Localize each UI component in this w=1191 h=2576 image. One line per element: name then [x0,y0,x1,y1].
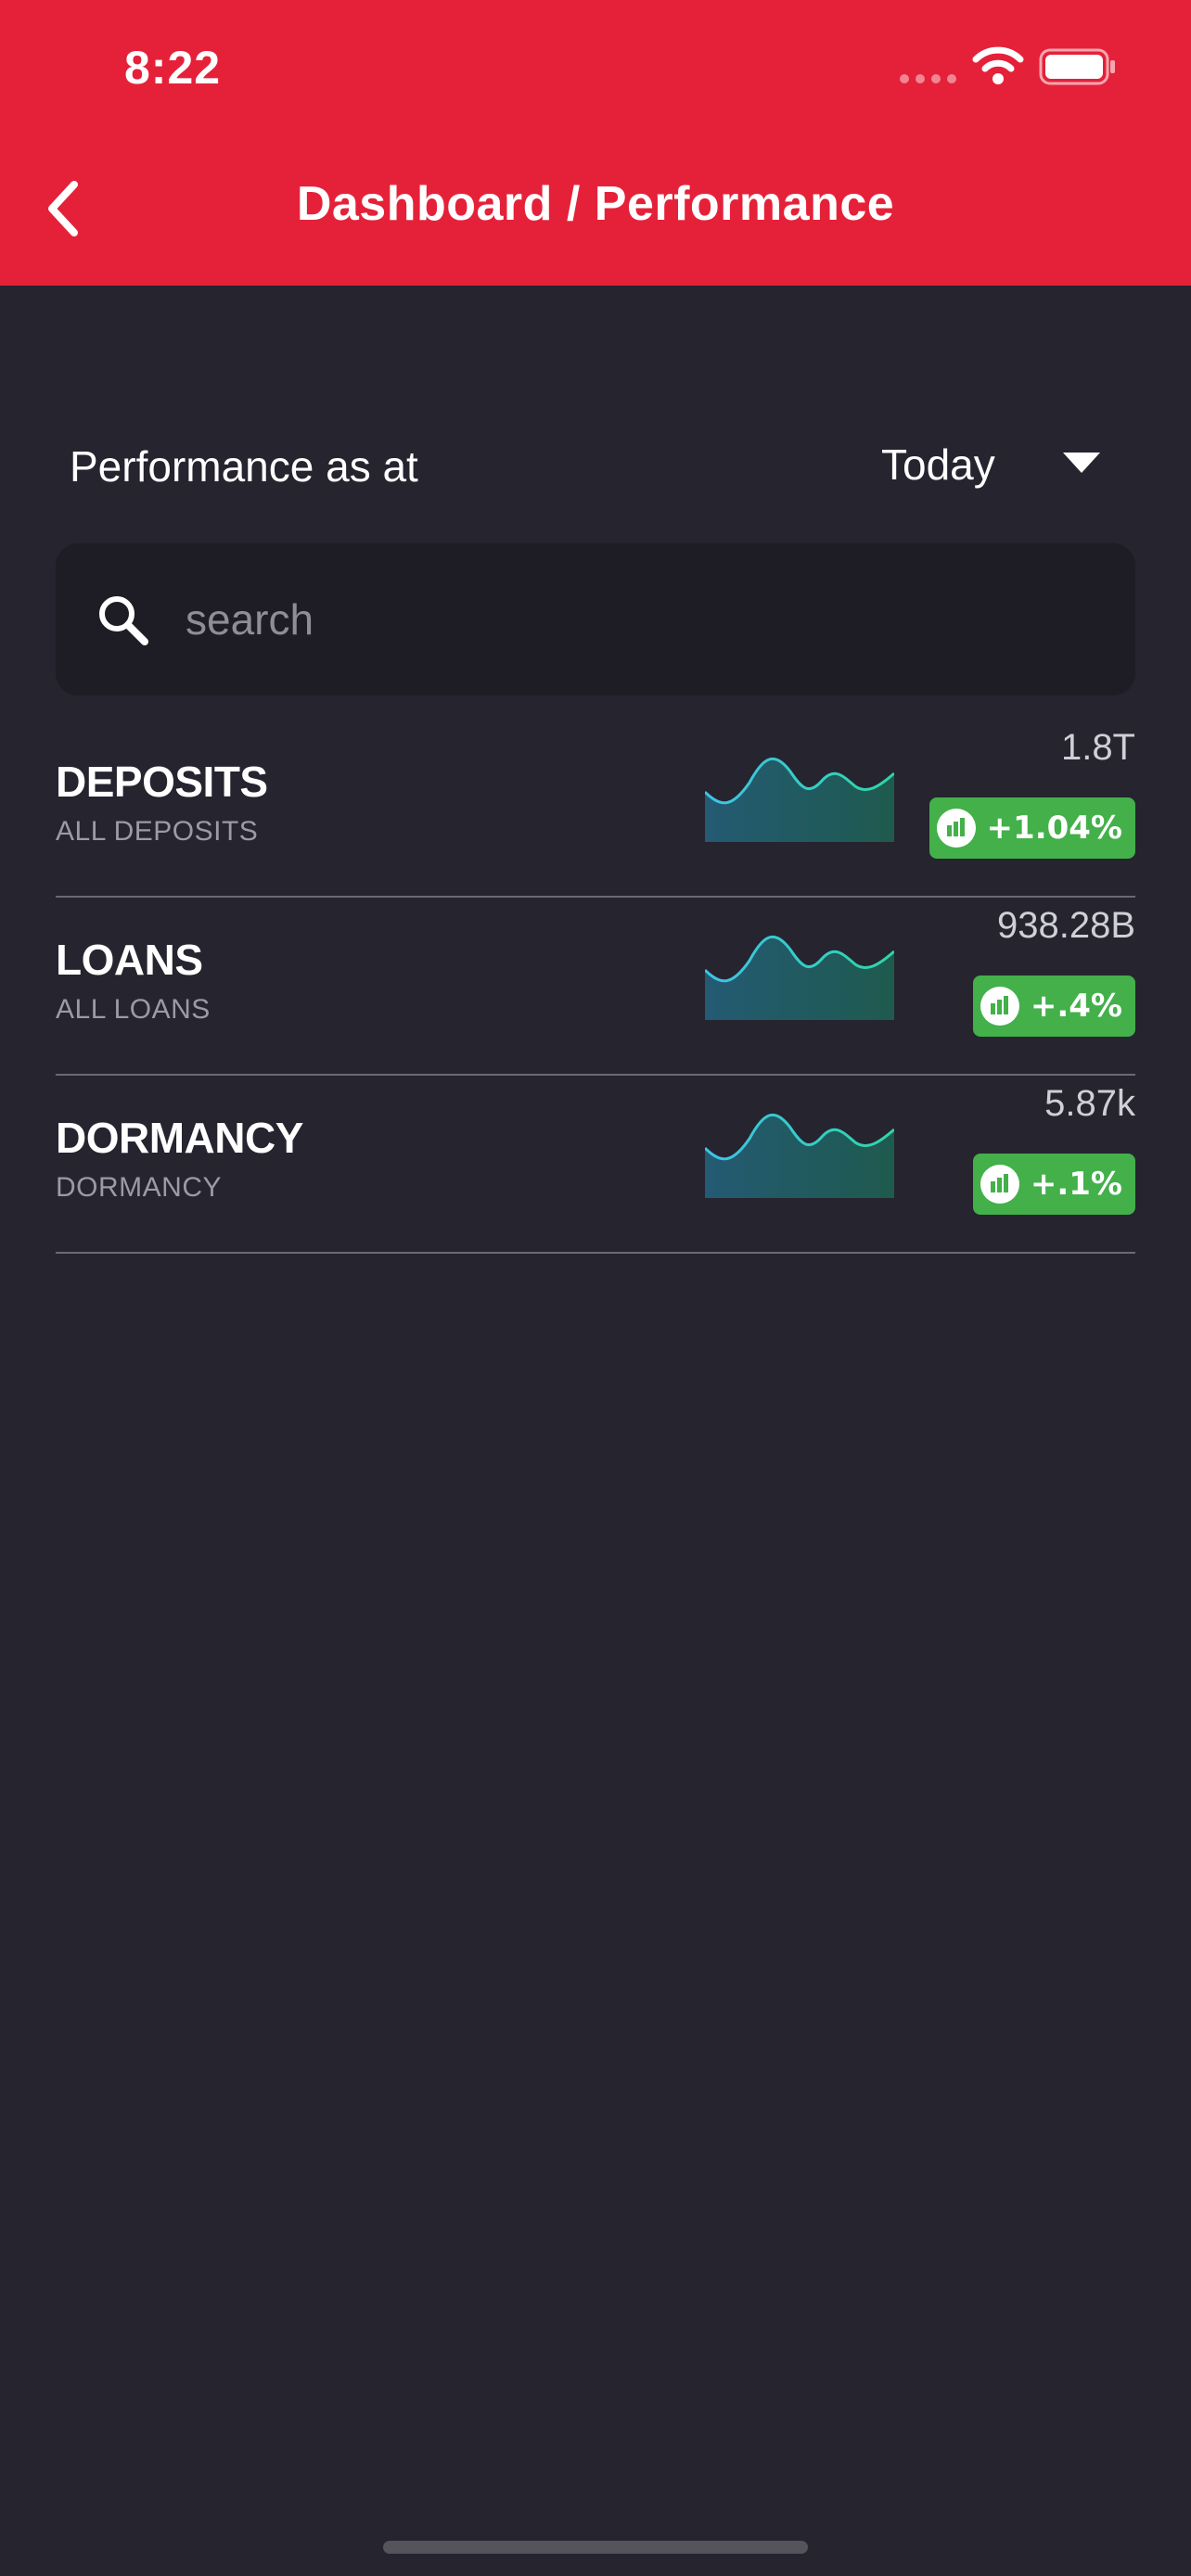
metric-value: 5.87k [1044,1083,1135,1124]
metric-value: 938.28B [996,905,1135,946]
change-percent: +1.04% [986,810,1122,847]
metric-title: DEPOSITS [56,758,268,806]
metric-subtitle: ALL LOANS [56,994,211,1025]
change-badge: +.1% [972,1154,1135,1215]
metric-row-deposits[interactable]: DEPOSITS ALL DEPOSITS 1.8T +1.04% [56,720,1135,898]
search-input[interactable] [186,580,1095,658]
change-badge: +1.04% [928,797,1135,859]
search-icon [99,596,148,645]
change-percent: +.4% [1030,988,1122,1025]
bar-chart-icon [980,1165,1019,1204]
period-dropdown[interactable]: Today [881,432,1104,497]
metric-title: LOANS [56,936,203,984]
battery-icon [1039,48,1115,85]
metric-row-loans[interactable]: LOANS ALL LOANS 938.28B +.4% [56,898,1135,1076]
bar-chart-icon [980,987,1019,1026]
wifi-icon [972,46,1024,84]
bar-chart-icon [936,809,976,848]
metric-value: 1.8T [1060,727,1135,768]
search-bar[interactable] [56,543,1135,695]
change-percent: +.1% [1030,1166,1122,1203]
sparkline-chart [705,758,894,842]
change-badge: +.4% [972,976,1135,1037]
sparkline-chart [705,936,894,1020]
metric-subtitle: DORMANCY [56,1172,223,1203]
metric-subtitle: ALL DEPOSITS [56,816,259,847]
performance-label: Performance as at [70,442,418,491]
signal-icon [900,74,957,83]
app-header: 8:22 Dashboard / Performance [0,0,1191,286]
page-title: Dashboard / Performance [296,177,895,231]
period-value: Today [881,440,995,489]
metric-title: DORMANCY [56,1114,303,1162]
caret-down-icon [1063,453,1100,473]
metric-row-dormancy[interactable]: DORMANCY DORMANCY 5.87k +.1% [56,1076,1135,1254]
status-time: 8:22 [124,42,222,94]
sparkline-chart [705,1114,894,1198]
home-indicator [383,2541,808,2554]
